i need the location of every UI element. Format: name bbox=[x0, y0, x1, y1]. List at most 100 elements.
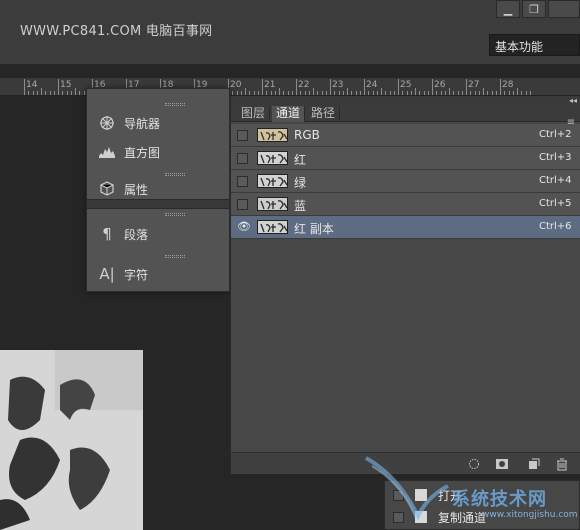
workspace-switcher[interactable]: 基本功能 bbox=[489, 34, 580, 56]
ruler-tick bbox=[58, 79, 59, 95]
restore-icon[interactable]: ❐ bbox=[522, 0, 546, 18]
panel-label: 属性 bbox=[124, 182, 149, 197]
panel-label: 段落 bbox=[124, 227, 149, 242]
ruler-label: 22 bbox=[298, 80, 310, 90]
channel-shortcut: Ctrl+2 bbox=[539, 129, 572, 140]
visibility-toggle[interactable] bbox=[237, 199, 248, 210]
visibility-toggle[interactable] bbox=[237, 153, 248, 164]
ruler-tick bbox=[512, 91, 514, 95]
tab-paths[interactable]: 路径 bbox=[307, 106, 341, 122]
channel-row[interactable]: RGB Ctrl+2 bbox=[231, 124, 580, 147]
ruler-tick bbox=[274, 91, 276, 95]
ruler-tick bbox=[330, 79, 331, 95]
collapsed-panel-dock: 导航器 直方图 属性 ¶ 段落 A| 字符 bbox=[86, 88, 230, 292]
channels-panel: ◂◂ 图层 通道 路径 ≡ RGB Ctrl+2 红 Ctrl+3 绿 Ctrl… bbox=[230, 96, 580, 474]
panel-navigator[interactable]: 导航器 bbox=[97, 111, 160, 135]
ruler-label: 14 bbox=[26, 80, 38, 90]
ruler-tick bbox=[406, 91, 408, 95]
visibility-toggle[interactable] bbox=[237, 176, 248, 187]
ruler-tick bbox=[32, 91, 34, 95]
ruler-tick bbox=[376, 91, 378, 95]
application-bar: WWW.PC841.COM 电脑百事网 ▁ ❐ 基本功能 bbox=[0, 0, 580, 64]
eye-icon[interactable]: 👁 bbox=[237, 220, 251, 233]
ruler-tick bbox=[474, 91, 476, 95]
ruler-tick bbox=[393, 91, 395, 95]
ruler-tick bbox=[517, 88, 518, 95]
visibility-toggle[interactable] bbox=[237, 130, 248, 141]
panel-titlebar[interactable]: ◂◂ bbox=[231, 96, 580, 106]
site-watermark-title: 系统技术网 bbox=[452, 489, 547, 510]
ruler-tick bbox=[36, 91, 38, 95]
channel-row[interactable]: 蓝 Ctrl+5 bbox=[231, 193, 580, 216]
action-checkbox[interactable] bbox=[393, 489, 404, 501]
ruler-tick bbox=[287, 91, 289, 95]
panel-properties[interactable]: 属性 bbox=[97, 181, 148, 197]
ruler-tick bbox=[249, 91, 251, 95]
load-selection-icon[interactable] bbox=[467, 457, 481, 471]
ruler-tick bbox=[381, 88, 382, 95]
delete-channel-icon[interactable] bbox=[555, 457, 569, 471]
new-channel-icon[interactable] bbox=[527, 457, 541, 471]
ruler-tick bbox=[525, 91, 527, 95]
histogram-icon bbox=[97, 144, 117, 160]
ruler-tick bbox=[79, 91, 81, 95]
ruler-label: 27 bbox=[468, 80, 480, 90]
site-watermark-text: WWW.PC841.COM 电脑百事网 bbox=[20, 24, 213, 39]
tab-layers[interactable]: 图层 bbox=[237, 106, 271, 122]
action-checkbox[interactable] bbox=[393, 511, 404, 523]
ruler-label: 15 bbox=[60, 80, 72, 90]
ruler-tick bbox=[232, 91, 234, 95]
ruler-tick bbox=[461, 91, 463, 95]
ruler-tick bbox=[262, 79, 263, 95]
ruler-tick bbox=[385, 91, 387, 95]
ruler-tick bbox=[423, 91, 425, 95]
ruler-tick bbox=[266, 91, 268, 95]
ruler-label: 23 bbox=[332, 80, 344, 90]
ruler-tick bbox=[325, 91, 327, 95]
panel-grip[interactable] bbox=[165, 103, 185, 106]
ruler-tick bbox=[483, 88, 484, 95]
panel-grip[interactable] bbox=[165, 173, 185, 176]
ruler-tick bbox=[45, 91, 47, 95]
ruler-tick bbox=[415, 88, 416, 95]
ruler-tick bbox=[359, 91, 361, 95]
channel-thumbnail bbox=[257, 128, 288, 142]
ruler-tick bbox=[270, 91, 272, 95]
ruler-tick bbox=[440, 91, 442, 95]
panel-histogram[interactable]: 直方图 bbox=[97, 140, 160, 164]
document-icon bbox=[414, 488, 428, 502]
panel-grip[interactable] bbox=[165, 255, 185, 258]
panel-paragraph[interactable]: ¶ 段落 bbox=[97, 222, 148, 246]
ruler-tick bbox=[245, 88, 246, 95]
channel-row[interactable]: 👁 红 副本 Ctrl+6 bbox=[231, 216, 580, 239]
channel-shortcut: Ctrl+6 bbox=[539, 221, 572, 232]
ruler-tick bbox=[500, 79, 501, 95]
ruler-tick bbox=[432, 79, 433, 95]
ruler-tick bbox=[300, 91, 302, 95]
collapse-panels-icon[interactable]: ◂◂ bbox=[569, 96, 577, 105]
channel-thumbnail bbox=[257, 197, 288, 211]
panel-grip[interactable] bbox=[165, 213, 185, 216]
ruler-tick bbox=[504, 91, 506, 95]
navigator-icon bbox=[97, 115, 117, 131]
canvas-image bbox=[0, 350, 143, 530]
ruler-tick bbox=[449, 88, 450, 95]
ruler-label: 28 bbox=[502, 80, 514, 90]
channel-row[interactable]: 红 Ctrl+3 bbox=[231, 147, 580, 170]
channel-name: 红 副本 bbox=[294, 222, 334, 236]
ruler-tick bbox=[402, 91, 404, 95]
panel-character[interactable]: A| 字符 bbox=[97, 262, 148, 286]
ruler-tick bbox=[495, 91, 497, 95]
ruler-tick bbox=[410, 91, 412, 95]
close-window-button[interactable] bbox=[548, 0, 580, 18]
channels-footer bbox=[231, 452, 580, 474]
tab-channels[interactable]: 通道 bbox=[272, 106, 306, 122]
save-selection-icon[interactable] bbox=[495, 457, 509, 471]
minimize-icon[interactable]: ▁ bbox=[496, 0, 520, 18]
channel-thumbnail bbox=[257, 174, 288, 188]
ruler-tick bbox=[70, 91, 72, 95]
ruler-tick bbox=[296, 79, 297, 95]
panel-label: 字符 bbox=[124, 267, 149, 282]
channel-row[interactable]: 绿 Ctrl+4 bbox=[231, 170, 580, 193]
ruler-tick bbox=[338, 91, 340, 95]
